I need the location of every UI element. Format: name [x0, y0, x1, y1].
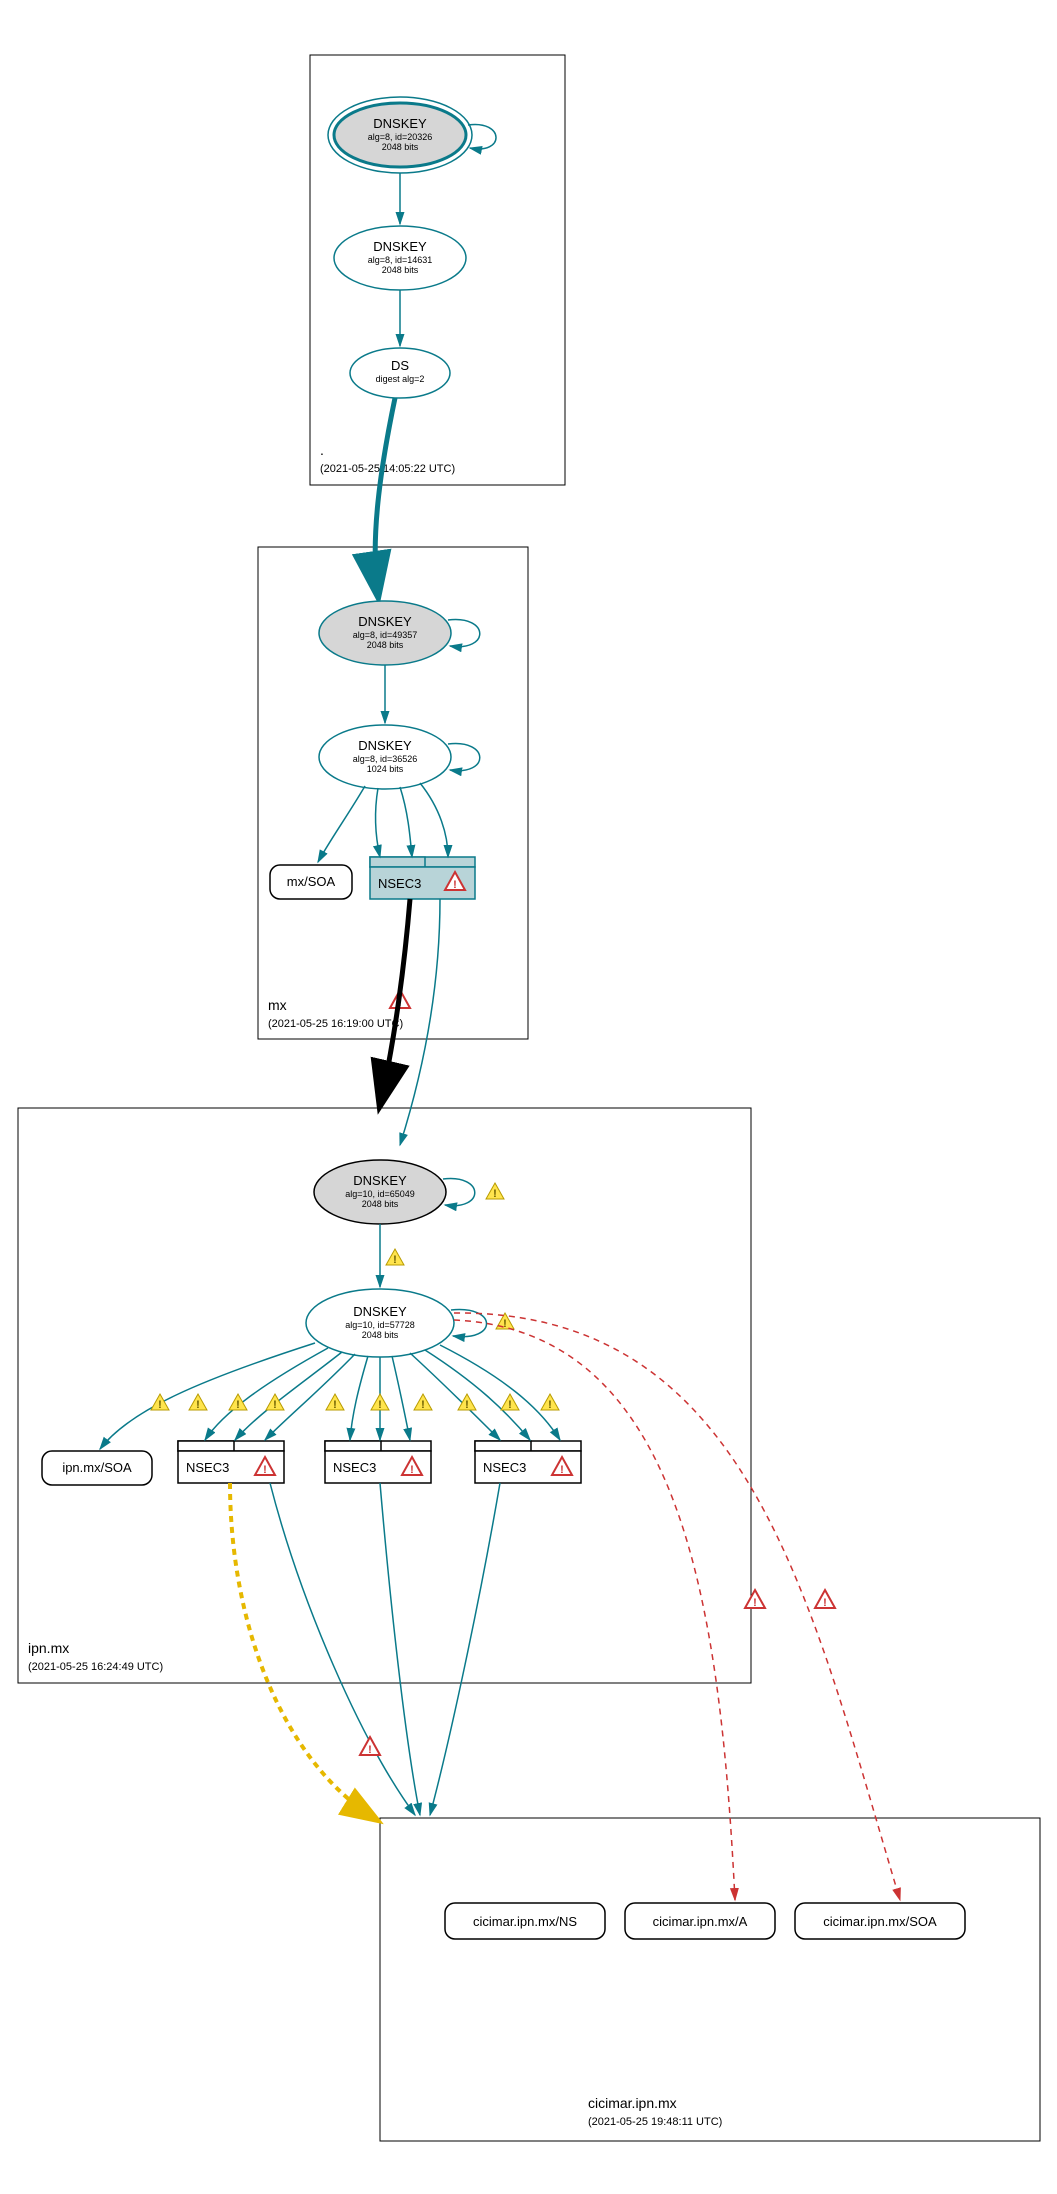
- warning-icon: [541, 1394, 559, 1411]
- svg-text:alg=10, id=65049: alg=10, id=65049: [345, 1189, 415, 1199]
- svg-text:digest alg=2: digest alg=2: [376, 374, 425, 384]
- svg-text:cicimar.ipn.mx/A: cicimar.ipn.mx/A: [653, 1914, 748, 1929]
- svg-text:2048 bits: 2048 bits: [367, 640, 404, 650]
- svg-text:DNSKEY: DNSKEY: [373, 116, 427, 131]
- nsec3-mx[interactable]: NSEC3: [370, 857, 475, 899]
- e-n1a: [205, 1348, 328, 1440]
- warning-icon: [266, 1394, 284, 1411]
- zone-cicimar-ts: (2021-05-25 19:48:11 UTC): [588, 2116, 722, 2128]
- warning-icon: [386, 1249, 404, 1266]
- error-icon: [360, 1737, 380, 1756]
- ds-root[interactable]: DS digest alg=2: [350, 348, 450, 398]
- svg-text:DNSKEY: DNSKEY: [353, 1304, 407, 1319]
- dnskey-root-ksk[interactable]: DNSKEY alg=8, id=20326 2048 bits: [328, 97, 472, 173]
- warning-icon: [326, 1394, 344, 1411]
- nsec3-ipn-1[interactable]: NSEC3: [178, 1441, 284, 1483]
- warning-icon: [229, 1394, 247, 1411]
- svg-text:alg=8, id=14631: alg=8, id=14631: [368, 255, 433, 265]
- zone-root-ts: (2021-05-25 14:05:22 UTC): [320, 463, 455, 475]
- dnskey-ipn-ksk[interactable]: DNSKEY alg=10, id=65049 2048 bits: [314, 1160, 446, 1224]
- zone-ipn-ts: (2021-05-25 16:24:49 UTC): [28, 1661, 163, 1673]
- error-icon: [745, 1590, 765, 1609]
- zone-mx-label: mx: [268, 997, 287, 1013]
- svg-text:NSEC3: NSEC3: [378, 876, 421, 891]
- svg-text:ipn.mx/SOA: ipn.mx/SOA: [62, 1460, 132, 1475]
- svg-text:cicimar.ipn.mx/NS: cicimar.ipn.mx/NS: [473, 1914, 577, 1929]
- edge-mx-zsk-nsec-m: [400, 787, 412, 857]
- edge-mx-ksk-self: [448, 620, 480, 647]
- svg-text:cicimar.ipn.mx/SOA: cicimar.ipn.mx/SOA: [823, 1914, 937, 1929]
- svg-text:NSEC3: NSEC3: [333, 1460, 376, 1475]
- zone-cicimar-label: cicimar.ipn.mx: [588, 2095, 677, 2111]
- edge-red-a: [454, 1320, 735, 1900]
- svg-text:2048 bits: 2048 bits: [362, 1199, 399, 1209]
- dnskey-ipn-zsk[interactable]: DNSKEY alg=10, id=57728 2048 bits: [306, 1289, 454, 1357]
- warning-icon: [414, 1394, 432, 1411]
- svg-text:NSEC3: NSEC3: [186, 1460, 229, 1475]
- warning-icon: [458, 1394, 476, 1411]
- e-n3c: [440, 1345, 560, 1440]
- svg-text:1024 bits: 1024 bits: [367, 764, 404, 774]
- svg-text:DNSKEY: DNSKEY: [358, 738, 412, 753]
- svg-text:2048 bits: 2048 bits: [382, 265, 419, 275]
- e-n1c: [265, 1354, 355, 1440]
- e-nsec-cic-3: [430, 1483, 500, 1815]
- svg-text:mx/SOA: mx/SOA: [287, 874, 336, 889]
- zone-cicimar-box: [380, 1818, 1040, 2141]
- svg-text:alg=8, id=20326: alg=8, id=20326: [368, 132, 433, 142]
- svg-text:2048 bits: 2048 bits: [382, 142, 419, 152]
- rr-cicimar-a[interactable]: cicimar.ipn.mx/A: [625, 1903, 775, 1939]
- e-n3b: [425, 1350, 530, 1440]
- edge-mx-zsk-soa: [318, 786, 365, 862]
- svg-text:alg=8, id=49357: alg=8, id=49357: [353, 630, 418, 640]
- svg-text:2048 bits: 2048 bits: [362, 1330, 399, 1340]
- dnskey-mx-ksk[interactable]: DNSKEY alg=8, id=49357 2048 bits: [319, 601, 451, 665]
- zone-ipn-label: ipn.mx: [28, 1640, 69, 1656]
- edge-mx-zsk-nsec-r: [420, 783, 448, 857]
- nsec3-ipn-2[interactable]: NSEC3: [325, 1441, 431, 1483]
- warning-icon: [189, 1394, 207, 1411]
- warning-icon: [371, 1394, 389, 1411]
- e-nsec-cic-2: [380, 1483, 420, 1815]
- edge-mx-zsk-nsec-l: [376, 788, 380, 857]
- svg-text:DNSKEY: DNSKEY: [373, 239, 427, 254]
- e-nsec-cic-1: [270, 1483, 415, 1815]
- e-n2c: [392, 1356, 410, 1440]
- svg-text:alg=10, id=57728: alg=10, id=57728: [345, 1320, 415, 1330]
- zone-root-label: .: [320, 442, 324, 458]
- rr-cicimar-ns[interactable]: cicimar.ipn.mx/NS: [445, 1903, 605, 1939]
- dnskey-mx-zsk[interactable]: DNSKEY alg=8, id=36526 1024 bits: [319, 725, 451, 789]
- edge-ds-to-mx: [375, 398, 395, 596]
- svg-text:DNSKEY: DNSKEY: [358, 614, 412, 629]
- svg-text:DS: DS: [391, 358, 409, 373]
- warning-icon: [486, 1183, 504, 1200]
- svg-text:alg=8, id=36526: alg=8, id=36526: [353, 754, 418, 764]
- rr-ipn-soa[interactable]: ipn.mx/SOA: [42, 1451, 152, 1485]
- rr-mx-soa[interactable]: mx/SOA: [270, 865, 352, 899]
- edge-yellow-dash: [230, 1483, 377, 1820]
- nsec3-ipn-3[interactable]: NSEC3: [475, 1441, 581, 1483]
- edge-mx-zsk-self: [448, 744, 480, 771]
- e-n2a: [350, 1356, 368, 1440]
- zone-mx-ts: (2021-05-25 16:19:00 UTC): [268, 1018, 403, 1030]
- error-icon: [815, 1590, 835, 1609]
- svg-text:NSEC3: NSEC3: [483, 1460, 526, 1475]
- warning-icon: [501, 1394, 519, 1411]
- edge-ipn-soa: [100, 1343, 315, 1449]
- svg-text:DNSKEY: DNSKEY: [353, 1173, 407, 1188]
- edge-ipn-ksk-self: [443, 1179, 475, 1206]
- warning-icon: [151, 1394, 169, 1411]
- rr-cicimar-soa[interactable]: cicimar.ipn.mx/SOA: [795, 1903, 965, 1939]
- dnskey-root-zsk[interactable]: DNSKEY alg=8, id=14631 2048 bits: [334, 226, 466, 290]
